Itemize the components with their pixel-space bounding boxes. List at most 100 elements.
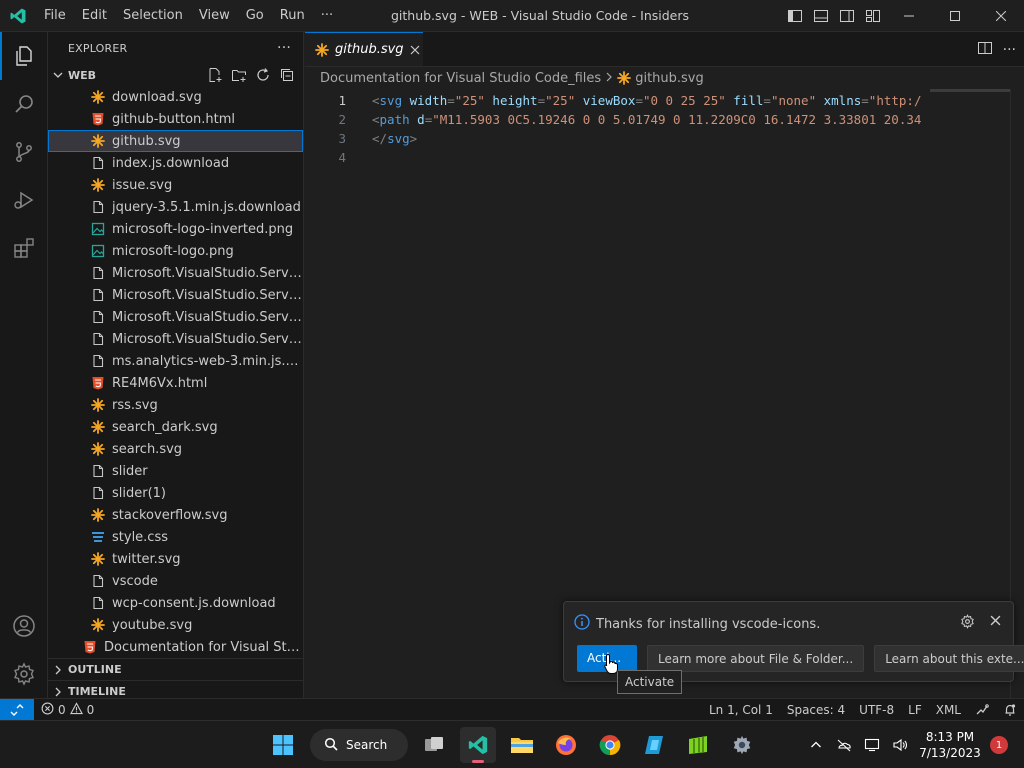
timeline-section-header[interactable]: TIMELINE xyxy=(48,680,303,698)
split-editor-icon[interactable] xyxy=(977,40,993,60)
file-item[interactable]: stackoverflow.svg xyxy=(48,504,303,526)
file-item[interactable]: microsoft-logo.png xyxy=(48,240,303,262)
menu-file[interactable]: File xyxy=(36,0,74,32)
code-editor[interactable]: 1 <svg width="25" height="25" viewBox="0 … xyxy=(305,91,1024,167)
accounts-icon[interactable] xyxy=(0,602,48,650)
app-green-taskbar-icon[interactable] xyxy=(680,727,716,763)
breadcrumb-folder[interactable]: Documentation for Visual Studio Code_fil… xyxy=(320,71,601,86)
file-icon xyxy=(90,155,106,171)
menu-more[interactable]: ··· xyxy=(313,0,341,32)
vscode-insiders-taskbar-icon[interactable] xyxy=(460,727,496,763)
menu-run[interactable]: Run xyxy=(272,0,313,32)
learn-about-extension-button[interactable]: Learn about this exte... xyxy=(874,645,1024,672)
gear-icon[interactable] xyxy=(960,614,975,633)
file-item[interactable]: github-button.html xyxy=(48,108,303,130)
remote-indicator-icon[interactable] xyxy=(0,698,34,721)
file-item[interactable]: search_dark.svg xyxy=(48,416,303,438)
collapse-folders-icon[interactable] xyxy=(277,65,297,85)
network-offline-icon[interactable] xyxy=(830,721,858,768)
file-item[interactable]: Microsoft.VisualStudio.Services.... xyxy=(48,284,303,306)
notification-center-badge[interactable]: 1 xyxy=(990,736,1008,754)
file-item[interactable]: download.svg xyxy=(48,86,303,108)
indentation[interactable]: Spaces: 4 xyxy=(780,699,852,721)
manage-gear-icon[interactable] xyxy=(0,650,48,698)
refresh-explorer-icon[interactable] xyxy=(253,65,273,85)
minimize-button[interactable] xyxy=(886,0,932,32)
file-item[interactable]: issue.svg xyxy=(48,174,303,196)
menu-selection[interactable]: Selection xyxy=(115,0,191,32)
file-encoding[interactable]: UTF-8 xyxy=(852,699,901,721)
outline-title: OUTLINE xyxy=(68,663,122,676)
file-item[interactable]: microsoft-logo-inverted.png xyxy=(48,218,303,240)
file-item[interactable]: slider xyxy=(48,460,303,482)
file-item[interactable]: Microsoft.VisualStudio.Services.... xyxy=(48,306,303,328)
problems-indicator[interactable]: 0 0 xyxy=(34,699,101,721)
windows-start-icon[interactable] xyxy=(265,727,301,763)
title-bar: File Edit Selection View Go Run ··· gith… xyxy=(0,0,1024,32)
chevron-right-icon xyxy=(48,665,68,675)
end-of-line[interactable]: LF xyxy=(901,699,929,721)
menu-edit[interactable]: Edit xyxy=(74,0,115,32)
menu-go[interactable]: Go xyxy=(238,0,272,32)
maximize-button[interactable] xyxy=(932,0,978,32)
file-item[interactable]: Microsoft.VisualStudio.Services.... xyxy=(48,262,303,284)
file-item[interactable]: jquery-3.5.1.min.js.download xyxy=(48,196,303,218)
search-icon xyxy=(324,737,338,754)
close-icon[interactable] xyxy=(410,42,420,58)
file-explorer-taskbar-icon[interactable] xyxy=(504,727,540,763)
file-item[interactable]: ms.analytics-web-3.min.js.down... xyxy=(48,350,303,372)
chrome-taskbar-icon[interactable] xyxy=(592,727,628,763)
task-view-icon[interactable] xyxy=(416,727,452,763)
file-item[interactable]: vscode xyxy=(48,570,303,592)
warning-icon xyxy=(69,701,83,718)
file-item[interactable]: github.svg xyxy=(48,130,303,152)
cursor-position[interactable]: Ln 1, Col 1 xyxy=(702,699,780,721)
root-html-file[interactable]: Documentation for Visual Studio... xyxy=(48,636,303,658)
file-item[interactable]: rss.svg xyxy=(48,394,303,416)
workspace-section-header[interactable]: WEB xyxy=(48,64,303,86)
run-debug-icon[interactable] xyxy=(0,176,48,224)
new-file-icon[interactable] xyxy=(205,65,225,85)
explorer-more-actions[interactable]: ··· xyxy=(277,40,291,56)
menu-view[interactable]: View xyxy=(191,0,238,32)
file-item[interactable]: style.css xyxy=(48,526,303,548)
file-name: stackoverflow.svg xyxy=(112,507,228,523)
firefox-taskbar-icon[interactable] xyxy=(548,727,584,763)
toggle-secondary-sidebar-icon[interactable] xyxy=(834,0,860,32)
file-item[interactable]: index.js.download xyxy=(48,152,303,174)
file-item[interactable]: Microsoft.VisualStudio.Services.... xyxy=(48,328,303,350)
breadcrumb-file[interactable]: github.svg xyxy=(635,71,704,86)
tab-github-svg[interactable]: github.svg xyxy=(305,32,423,66)
taskbar-clock[interactable]: 8:13 PM 7/13/2023 xyxy=(914,729,986,761)
file-item[interactable]: slider(1) xyxy=(48,482,303,504)
file-tree: download.svg github-button.html github.svg… xyxy=(48,86,303,636)
copilot-icon[interactable] xyxy=(968,699,996,721)
more-actions-icon[interactable]: ··· xyxy=(1003,42,1016,58)
extensions-icon[interactable] xyxy=(0,224,48,272)
source-control-icon[interactable] xyxy=(0,128,48,176)
taskbar-search[interactable]: Search xyxy=(310,729,408,761)
customize-layout-icon[interactable] xyxy=(860,0,886,32)
new-folder-icon[interactable] xyxy=(229,65,249,85)
close-window-button[interactable] xyxy=(978,0,1024,32)
minimap[interactable] xyxy=(930,89,1010,92)
azure-data-studio-taskbar-icon[interactable] xyxy=(636,727,672,763)
toggle-panel-icon[interactable] xyxy=(808,0,834,32)
file-item[interactable]: wcp-consent.js.download xyxy=(48,592,303,614)
language-mode[interactable]: XML xyxy=(929,699,968,721)
display-icon[interactable] xyxy=(858,721,886,768)
close-icon[interactable] xyxy=(990,614,1001,630)
notifications-bell-icon[interactable] xyxy=(996,699,1024,721)
outline-section-header[interactable]: OUTLINE xyxy=(48,658,303,680)
search-icon[interactable] xyxy=(0,80,48,128)
file-item[interactable]: search.svg xyxy=(48,438,303,460)
explorer-icon[interactable] xyxy=(0,32,48,80)
settings-taskbar-icon[interactable] xyxy=(724,727,760,763)
toggle-primary-sidebar-icon[interactable] xyxy=(782,0,808,32)
file-item[interactable]: twitter.svg xyxy=(48,548,303,570)
learn-more-file-folder-button[interactable]: Learn more about File & Folder... xyxy=(647,645,865,672)
file-item[interactable]: youtube.svg xyxy=(48,614,303,636)
chevron-up-icon[interactable] xyxy=(802,721,830,768)
file-item[interactable]: RE4M6Vx.html xyxy=(48,372,303,394)
volume-icon[interactable] xyxy=(886,721,914,768)
